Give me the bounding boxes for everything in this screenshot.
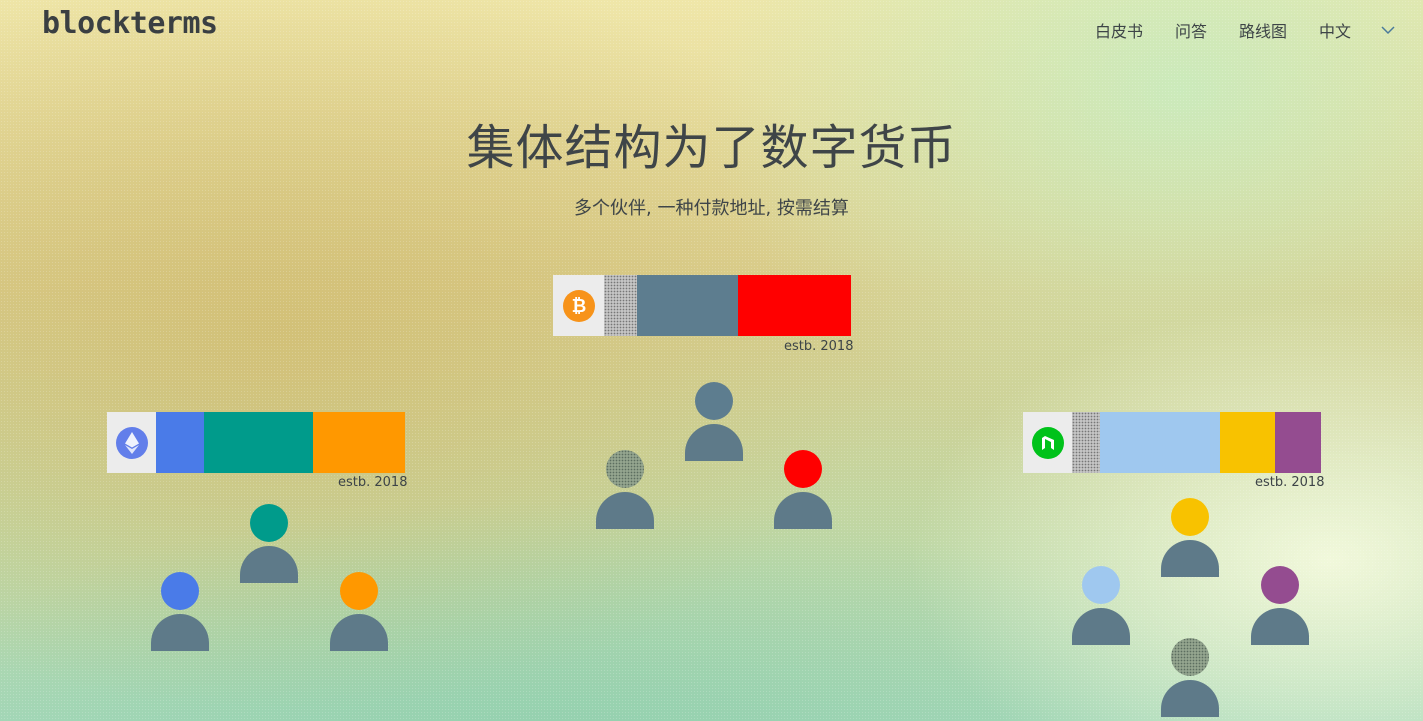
share-segment <box>313 412 405 473</box>
group-bar-neo <box>1023 412 1322 473</box>
share-segment <box>637 275 738 336</box>
estb-label: estb. 2018 <box>784 339 854 354</box>
share-segment <box>1220 412 1275 473</box>
member-avatar <box>773 450 833 530</box>
member-avatar <box>329 572 389 652</box>
member-body <box>774 492 832 529</box>
member-head <box>606 450 644 488</box>
member-avatar <box>1071 566 1131 646</box>
member-body <box>596 492 654 529</box>
share-segment <box>1100 412 1220 473</box>
member-avatar <box>595 450 655 530</box>
top-nav: 白皮书 问答 路线图 中文 <box>1063 18 1397 42</box>
member-body <box>1161 680 1219 717</box>
member-avatar <box>684 382 744 462</box>
member-head <box>1171 498 1209 536</box>
svg-text:₿: ₿ <box>571 296 586 317</box>
group-bar-bitcoin: ₿ <box>553 275 851 336</box>
nav-faq[interactable]: 问答 <box>1175 18 1207 42</box>
nav-whitepaper[interactable]: 白皮书 <box>1095 18 1143 42</box>
member-head <box>695 382 733 420</box>
member-head <box>784 450 822 488</box>
member-head <box>1171 638 1209 676</box>
neo-icon <box>1031 426 1064 459</box>
member-avatar <box>1160 498 1220 578</box>
member-body <box>151 614 209 651</box>
member-body <box>240 546 298 583</box>
group-bar-ethereum <box>107 412 405 473</box>
share-segment <box>604 275 637 336</box>
estb-label: estb. 2018 <box>1255 475 1325 490</box>
language-select[interactable]: 中文 <box>1319 18 1351 42</box>
chevron-down-icon[interactable] <box>1379 21 1397 39</box>
member-avatar <box>239 504 299 584</box>
coin-logo-segment <box>1023 412 1072 473</box>
member-body <box>685 424 743 461</box>
member-body <box>1161 540 1219 577</box>
member-head <box>340 572 378 610</box>
coin-logo-segment: ₿ <box>553 275 604 336</box>
share-segment <box>1072 412 1100 473</box>
estb-label: estb. 2018 <box>338 475 408 490</box>
nav-roadmap[interactable]: 路线图 <box>1239 18 1287 42</box>
page-title: 集体结构为了数字货币 <box>466 120 957 176</box>
member-avatar <box>1160 638 1220 718</box>
member-head <box>161 572 199 610</box>
member-body <box>330 614 388 651</box>
share-segment <box>156 412 204 473</box>
ethereum-icon <box>115 426 148 459</box>
member-body <box>1251 608 1309 645</box>
logo[interactable]: blockterms <box>42 6 218 41</box>
member-avatar <box>1250 566 1310 646</box>
share-segment <box>738 275 851 336</box>
member-avatar <box>150 572 210 652</box>
share-segment <box>1275 412 1321 473</box>
member-body <box>1072 608 1130 645</box>
member-head <box>1082 566 1120 604</box>
coin-logo-segment <box>107 412 156 473</box>
share-segment <box>204 412 313 473</box>
member-head <box>1261 566 1299 604</box>
page-subtitle: 多个伙伴, 一种付款地址, 按需结算 <box>574 198 849 219</box>
member-head <box>250 504 288 542</box>
bitcoin-icon: ₿ <box>562 289 595 322</box>
